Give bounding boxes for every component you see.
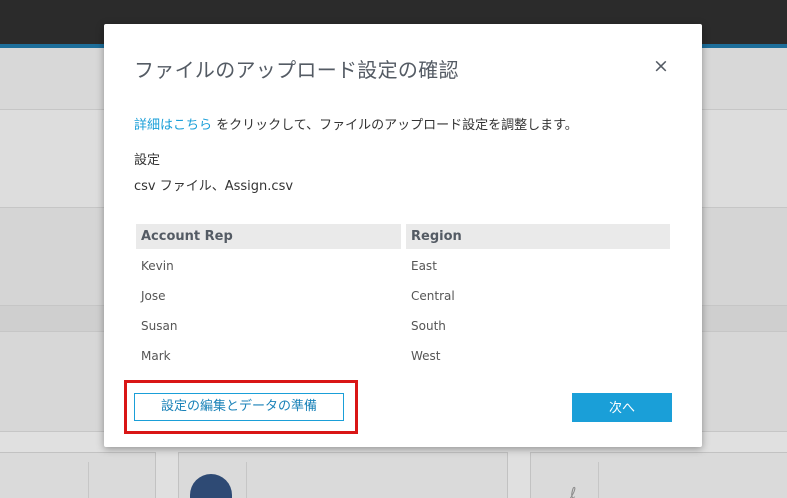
dialog-title: ファイルのアップロード設定の確認 (134, 58, 459, 82)
table-cell: Kevin (141, 259, 174, 273)
edit-settings-button[interactable]: 設定の編集とデータの準備 (134, 393, 344, 421)
table-cell: Susan (141, 319, 178, 333)
upload-settings-dialog: ファイルのアップロード設定の確認 × 詳細はこちら をクリックして、ファイルのア… (104, 24, 702, 447)
table-row: Jose Central (136, 279, 670, 309)
card-divider (88, 462, 89, 498)
column-header: Region (406, 224, 670, 249)
next-button[interactable]: 次へ (572, 393, 672, 422)
info-text: 詳細はこちら をクリックして、ファイルのアップロード設定を調整します。 (134, 114, 578, 133)
card-divider (246, 462, 247, 498)
table-cell: West (411, 349, 441, 363)
table-cell: Jose (141, 289, 166, 303)
table-cell: Mark (141, 349, 171, 363)
table-cell: Central (411, 289, 455, 303)
background-card (0, 452, 156, 498)
table-cell: East (411, 259, 437, 273)
table-header-row: Account Rep Region (136, 224, 670, 249)
close-icon[interactable]: × (650, 55, 672, 77)
datasource-icon: ℓ (570, 484, 577, 498)
column-header: Account Rep (136, 224, 401, 249)
table-row: Mark West (136, 339, 670, 369)
settings-value: csv ファイル、Assign.csv (134, 179, 294, 194)
settings-heading: 設定 (134, 153, 161, 168)
table-row: Kevin East (136, 249, 670, 279)
table-cell: South (411, 319, 446, 333)
learn-more-link[interactable]: 詳細はこちら (134, 118, 212, 133)
info-description: をクリックして、ファイルのアップロード設定を調整します。 (212, 118, 578, 133)
data-preview-table: Account Rep Region Kevin East Jose Centr… (136, 224, 670, 369)
card-divider (598, 462, 599, 498)
background-card (530, 452, 787, 498)
table-row: Susan South (136, 309, 670, 339)
